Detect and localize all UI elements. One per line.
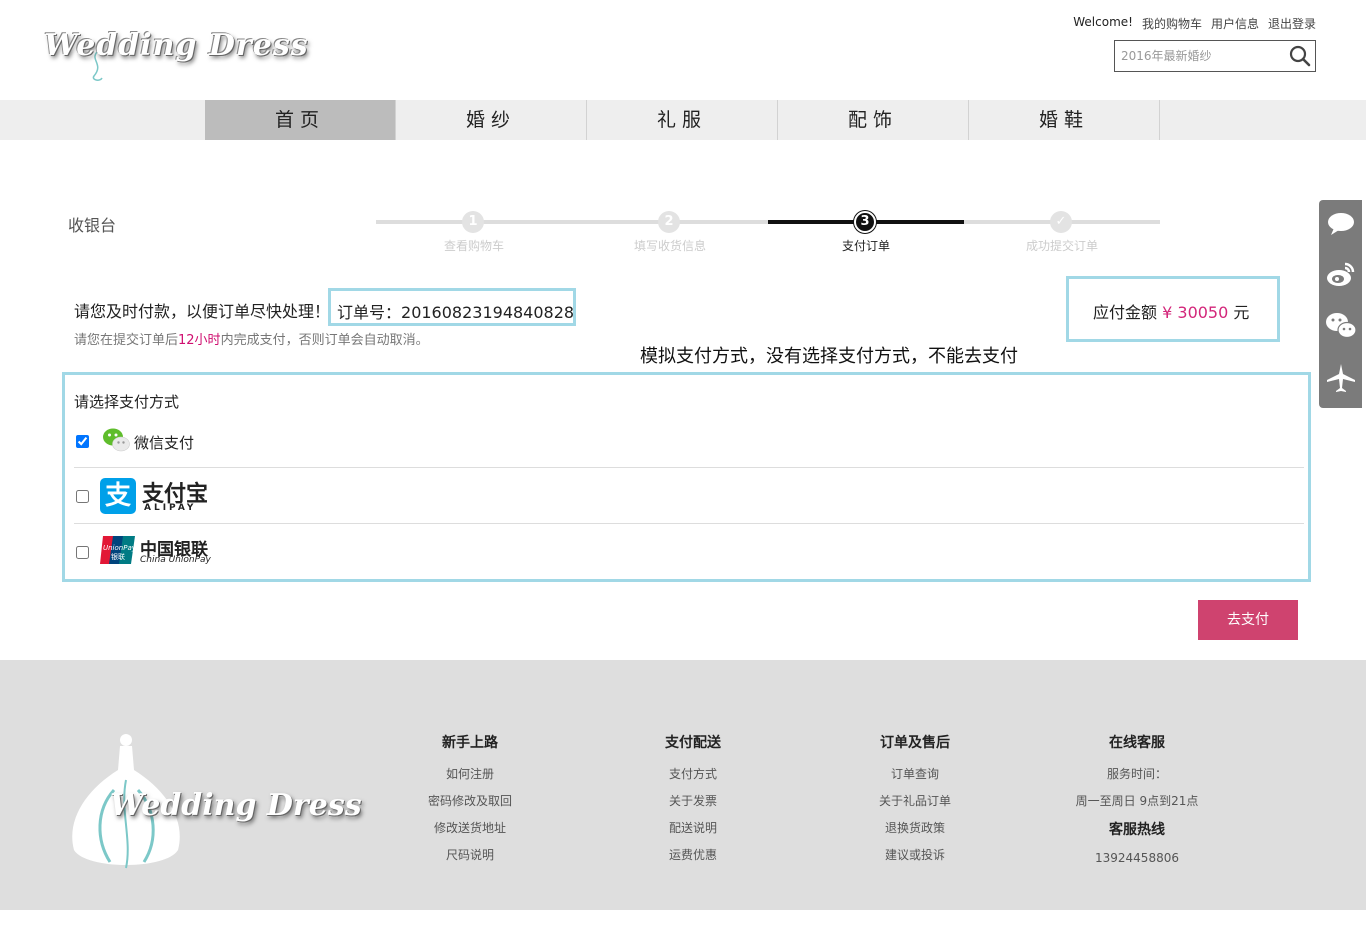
deadline-hours: 12小时 xyxy=(178,333,221,348)
nav-item-wedding-dress[interactable]: 婚纱 xyxy=(396,100,587,140)
top-links: Welcome! 我的购物车 用户信息 退出登录 xyxy=(1073,15,1316,32)
checkmark-icon: ✓ xyxy=(1050,211,1072,233)
wechat-icon[interactable] xyxy=(1325,310,1357,342)
footer-link[interactable]: 尺码说明 xyxy=(400,842,540,869)
footer-link[interactable]: 退换货政策 xyxy=(845,815,985,842)
wechat-pay-label: 微信支付 xyxy=(134,434,195,452)
amount-value: 30050 xyxy=(1177,303,1229,322)
service-time-label: 服务时间： xyxy=(1106,767,1167,781)
step-number: 3 xyxy=(854,211,876,233)
svg-text:银联: 银联 xyxy=(111,552,125,561)
footer-col-payment: 支付配送 支付方式 关于发票 配送说明 运费优惠 xyxy=(623,732,763,869)
weibo-icon[interactable] xyxy=(1325,258,1357,290)
nav-item-accessories[interactable]: 配饰 xyxy=(778,100,969,140)
search-input[interactable] xyxy=(1115,41,1285,71)
footer-col-service: 在线客服 服务时间： 周一至周日 9点到21点 客服热线 13924458806 xyxy=(1067,732,1207,872)
footer-col-title: 订单及售后 xyxy=(880,735,950,751)
payment-methods-title: 请选择支付方式 xyxy=(74,393,180,411)
page-title: 收银台 xyxy=(68,216,117,235)
logout-link[interactable]: 退出登录 xyxy=(1268,15,1316,32)
payment-methods-panel: 请选择支付方式 微信支付 支 支付宝 ALIPAY UnionPay 银联 中国… xyxy=(62,372,1311,582)
order-number-label: 订单号： xyxy=(337,303,402,322)
payment-deadline-notice: 请您在提交订单后12小时内完成支付，否则订单会自动取消。 xyxy=(74,329,429,348)
footer-col-beginner: 新手上路 如何注册 密码修改及取回 修改送货地址 尺码说明 xyxy=(400,732,540,869)
footer-link[interactable]: 支付方式 xyxy=(623,761,763,788)
hotline-title: 客服热线 xyxy=(1109,822,1165,838)
search-box xyxy=(1114,40,1316,72)
annotation-text: 模拟支付方式，没有选择支付方式，不能去支付 xyxy=(640,346,1018,367)
unionpay-checkbox[interactable] xyxy=(76,546,89,559)
amount-unit: 元 xyxy=(1233,303,1250,322)
unionpay-en-text: China UnionPay xyxy=(140,555,211,565)
payment-option-wechat[interactable]: 微信支付 xyxy=(74,415,1304,471)
nav-item-shoes[interactable]: 婚鞋 xyxy=(969,100,1160,140)
footer-link[interactable]: 订单查询 xyxy=(845,761,985,788)
footer-link[interactable]: 修改送货地址 xyxy=(400,815,540,842)
alipay-logo: 支 支付宝 ALIPAY xyxy=(100,478,210,516)
cart-link[interactable]: 我的购物车 xyxy=(1142,15,1202,32)
chat-bubble-icon[interactable] xyxy=(1325,208,1357,240)
footer-link[interactable]: 密码修改及取回 xyxy=(400,788,540,815)
welcome-text: Welcome! xyxy=(1073,15,1133,29)
order-number: 20160823194840828 xyxy=(401,303,575,322)
footer-link[interactable]: 配送说明 xyxy=(623,815,763,842)
unionpay-icon: UnionPay 银联 xyxy=(100,536,136,564)
wechat-checkbox[interactable] xyxy=(76,435,89,448)
footer-logo: Wedding Dress xyxy=(66,730,362,875)
footer-link[interactable]: 关于发票 xyxy=(623,788,763,815)
footer-link[interactable]: 运费优惠 xyxy=(623,842,763,869)
footer-col-title: 新手上路 xyxy=(442,735,498,751)
service-time: 周一至周日 9点到21点 xyxy=(1075,794,1199,808)
footer-link[interactable]: 建议或投诉 xyxy=(845,842,985,869)
payment-option-unionpay[interactable]: UnionPay 银联 中国银联 China UnionPay xyxy=(74,523,1304,579)
step-label: 支付订单 xyxy=(841,239,890,253)
side-toolbar xyxy=(1319,200,1362,408)
step-label: 成功提交订单 xyxy=(1025,239,1098,253)
alipay-en-text: ALIPAY xyxy=(144,503,197,513)
nav-item-home[interactable]: 首页 xyxy=(205,100,396,140)
footer-link[interactable]: 如何注册 xyxy=(400,761,540,788)
step-order-submitted: ✓ 成功提交订单 xyxy=(964,208,1160,258)
step-shipping-info: 2 填写收货信息 xyxy=(572,208,768,258)
amount-due-box: 应付金额 ¥ 30050 元 xyxy=(1066,276,1280,342)
deadline-post: 内完成支付，否则订单会自动取消。 xyxy=(220,333,429,348)
svg-text:UnionPay: UnionPay xyxy=(103,544,136,552)
payment-notice: 请您及时付款，以便订单尽快处理！ xyxy=(74,302,331,321)
nav-item-gown[interactable]: 礼服 xyxy=(587,100,778,140)
footer-col-title: 支付配送 xyxy=(665,735,721,751)
wechat-pay-icon xyxy=(103,428,130,452)
amount-label: 应付金额 xyxy=(1093,303,1158,322)
currency-symbol: ¥ xyxy=(1162,303,1173,322)
hotline-number: 13924458806 xyxy=(1095,851,1179,865)
go-pay-button[interactable]: 去支付 xyxy=(1198,600,1298,640)
step-view-cart: 1 查看购物车 xyxy=(376,208,572,258)
footer-col-orders: 订单及售后 订单查询 关于礼品订单 退换货政策 建议或投诉 xyxy=(845,732,985,869)
user-info-link[interactable]: 用户信息 xyxy=(1211,15,1259,32)
step-label: 查看购物车 xyxy=(443,239,504,253)
footer-link[interactable]: 关于礼品订单 xyxy=(845,788,985,815)
alipay-icon: 支 xyxy=(100,478,136,514)
logo-text: Wedding Dress xyxy=(44,28,309,63)
order-number-box: 订单号：20160823194840828 xyxy=(328,288,576,326)
footer: Wedding Dress 新手上路 如何注册 密码修改及取回 修改送货地址 尺… xyxy=(0,660,1366,910)
site-logo[interactable]: Wedding Dress xyxy=(44,24,308,84)
step-label: 填写收货信息 xyxy=(633,239,706,253)
footer-col-title: 在线客服 xyxy=(1109,735,1165,751)
step-number: 1 xyxy=(462,211,484,233)
checkout-steps: 1 查看购物车 2 填写收货信息 3 支付订单 ✓ 成功提交订单 xyxy=(376,208,1160,258)
step-number: 2 xyxy=(658,211,680,233)
deadline-pre: 请您在提交订单后 xyxy=(74,333,179,348)
search-icon[interactable] xyxy=(1289,45,1311,67)
alipay-checkbox[interactable] xyxy=(76,490,89,503)
footer-logo-text: Wedding Dress xyxy=(110,788,362,823)
main-nav: 首页 婚纱 礼服 配饰 婚鞋 xyxy=(0,100,1366,140)
airplane-icon[interactable] xyxy=(1325,362,1357,394)
unionpay-logo: UnionPay 银联 中国银联 China UnionPay xyxy=(100,534,211,570)
step-pay-order: 3 支付订单 xyxy=(768,208,964,258)
payment-option-alipay[interactable]: 支 支付宝 ALIPAY xyxy=(74,467,1304,523)
